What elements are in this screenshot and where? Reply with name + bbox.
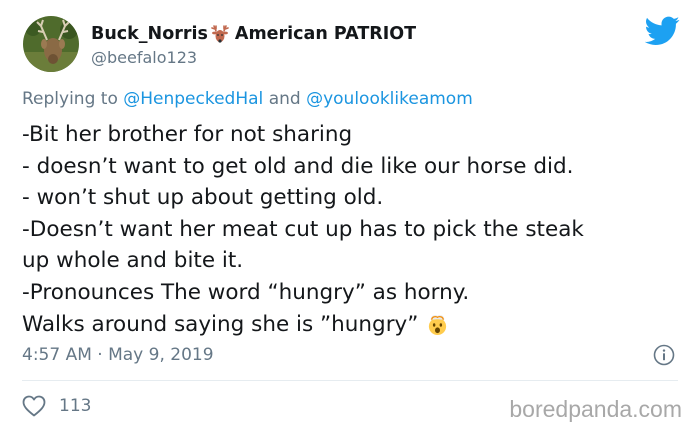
avatar[interactable] [23,16,79,72]
twitter-bird-icon[interactable] [644,16,680,46]
user-name-row[interactable]: Buck_Norris American PATRIOT [91,23,416,45]
tweet-line: -Bit her brother for not sharing [22,122,353,147]
like-count: 113 [59,396,92,416]
reply-prefix: Replying to [22,89,118,109]
tweet-line: - won’t shut up about getting old. [22,185,384,211]
exploding-head-emoji-icon [426,313,449,336]
reply-context: Replying to @HenpeckedHal and @youlookli… [22,89,473,109]
heart-icon[interactable] [22,395,46,417]
mention-link-1[interactable]: @HenpeckedHal [123,89,263,109]
info-icon[interactable] [653,344,675,366]
tweet-line: - doesn’t want to get old and die like o… [22,153,574,179]
tweet-line: -Doesn’t want her meat cut up has to pic… [22,216,584,242]
divider [22,380,678,381]
tweet-line: up whole and bite it. [22,248,244,274]
mention-link-2[interactable]: @youlooklikeamom [306,89,473,109]
tweet-line-last: Walks around saying she is ”hungry” [22,309,682,341]
reply-joiner: and [268,89,301,109]
user-handle[interactable]: @beefalo123 [91,48,197,67]
display-name[interactable]: Buck_Norris [91,24,208,44]
watermark: boredpanda.com [509,396,682,422]
tweet-line-text: Walks around saying she is ”hungry” [22,311,419,337]
avatar-deer-photo [23,16,79,72]
deer-emoji-icon [210,24,230,44]
tweet-text: -Bit her brother for not sharing - doesn… [22,119,682,340]
like-button[interactable]: 113 [22,395,91,417]
display-name-suffix[interactable]: American PATRIOT [235,24,416,44]
tweet-line: -Pronounces The word “hungry” as horny. [22,279,470,305]
tweet-timestamp[interactable]: 4:57 AM · May 9, 2019 [22,345,214,365]
